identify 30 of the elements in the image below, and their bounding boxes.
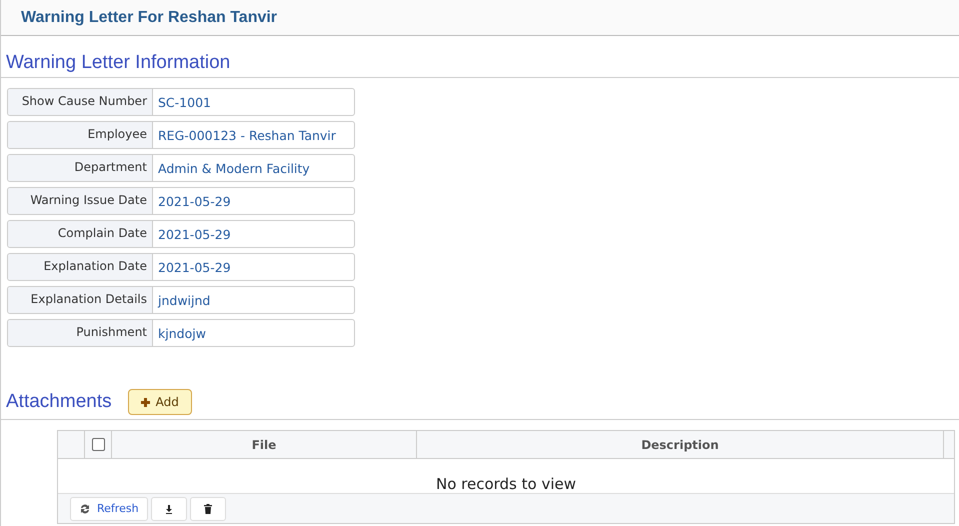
section-title: Warning Letter Information — [1, 52, 959, 78]
refresh-icon — [79, 502, 91, 514]
field-value: SC-1001 — [157, 94, 211, 112]
field-label: Department — [8, 155, 153, 181]
plus-icon — [140, 398, 150, 406]
section-title: Attachments — [6, 391, 112, 413]
field-label: Warning Issue Date — [8, 188, 153, 214]
field-label: Complain Date — [8, 221, 153, 247]
field-value: kjndojw — [157, 325, 206, 343]
field-label: Show Cause Number — [8, 89, 153, 115]
select-all-checkbox[interactable] — [92, 438, 104, 451]
empty-message: No records to view — [436, 475, 576, 493]
add-button[interactable]: Add — [128, 389, 192, 415]
field-value: 2021-05-29 — [157, 193, 231, 211]
page-title: Warning Letter For Reshan Tanvir — [21, 8, 278, 26]
field-label: Explanation Date — [8, 254, 153, 280]
field-value: 2021-05-29 — [157, 259, 231, 277]
column-header[interactable]: File — [112, 431, 417, 458]
field-label: Explanation Details — [8, 287, 153, 313]
delete-button[interactable] — [190, 496, 226, 520]
field-label: Employee — [8, 122, 153, 148]
field-value: Admin & Modern Facility — [157, 160, 310, 178]
column-header[interactable]: Description — [417, 431, 944, 458]
trash-icon — [202, 502, 214, 514]
download-button[interactable] — [150, 496, 187, 520]
field-value: jndwijnd — [156, 292, 210, 310]
refresh-button[interactable]: Refresh — [70, 496, 148, 520]
field-value: 2021-05-29 — [157, 226, 231, 244]
field-value: REG-000123 - Reshan Tanvir — [157, 127, 336, 145]
field-label: Punishment — [8, 320, 153, 346]
